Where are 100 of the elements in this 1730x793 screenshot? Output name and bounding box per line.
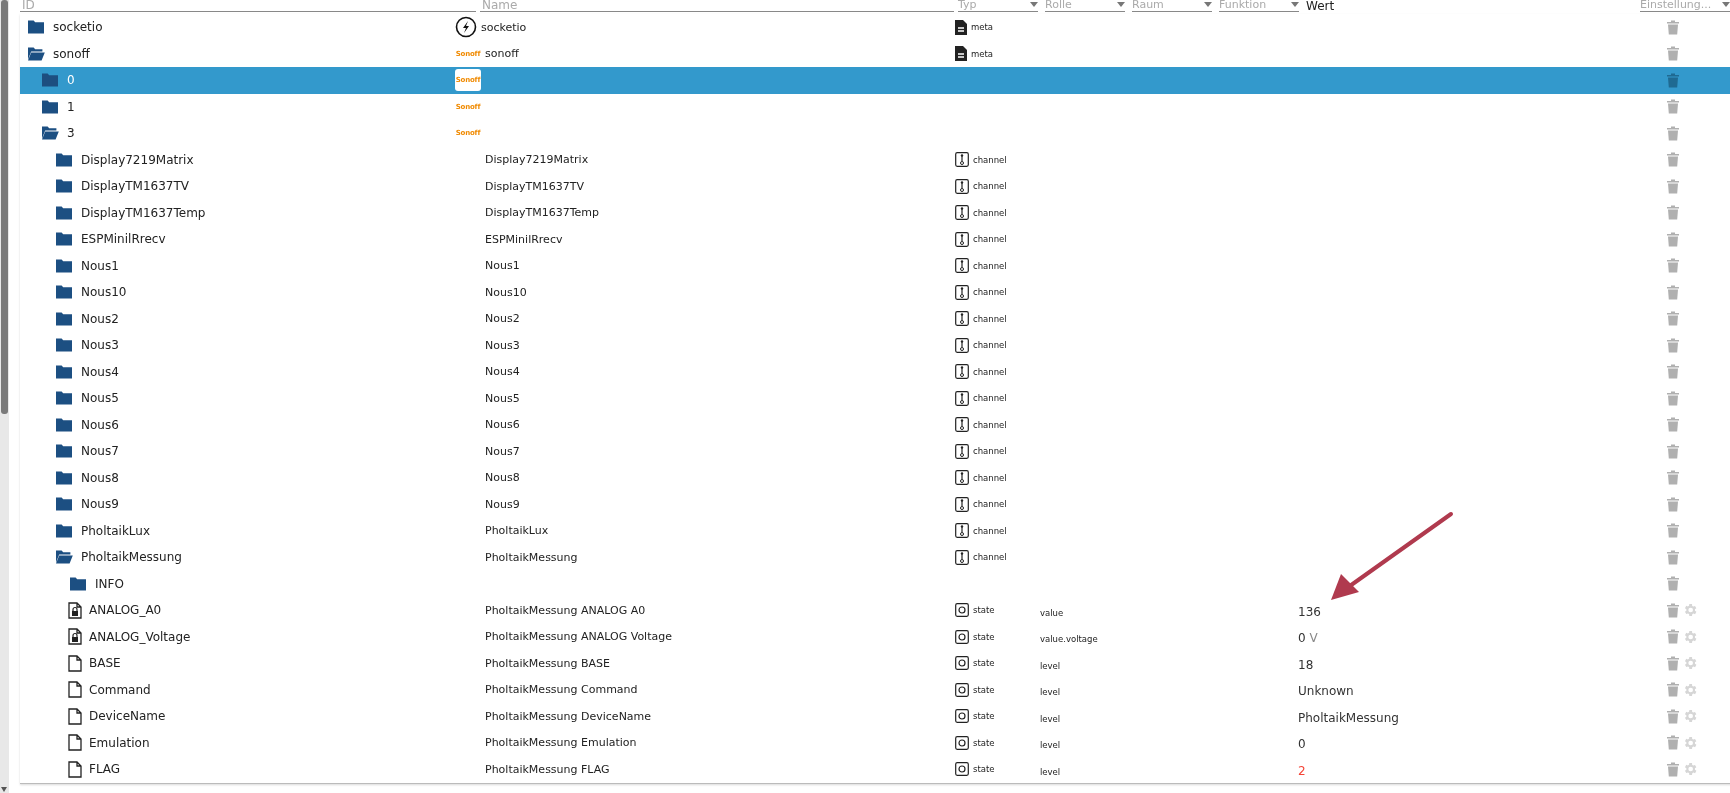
tree-row[interactable]: PholtaikMessung PholtaikMessung channel: [20, 544, 1730, 571]
delete-icon[interactable]: [1667, 496, 1679, 512]
object-type: state: [973, 764, 995, 775]
delete-icon[interactable]: [1667, 735, 1679, 751]
delete-icon[interactable]: [1667, 390, 1679, 406]
settings-icon[interactable]: [1682, 734, 1698, 751]
delete-icon[interactable]: [1667, 364, 1679, 380]
tree-row[interactable]: Nous10 Nous10 channel: [20, 279, 1730, 306]
delete-icon[interactable]: [1667, 99, 1679, 115]
folder-icon[interactable]: [54, 496, 74, 513]
object-name: PholtaikMessung FLAG: [485, 762, 610, 776]
delete-icon[interactable]: [1667, 72, 1679, 88]
tree-row[interactable]: ESPMinilRrecv ESPMinilRrecv channel: [20, 226, 1730, 253]
object-name: PholtaikMessung Emulation: [485, 736, 637, 750]
tree-row[interactable]: Nous4 Nous4 channel: [20, 358, 1730, 385]
name-filter-field[interactable]: Name: [480, 0, 954, 12]
folder-icon[interactable]: [54, 469, 74, 486]
delete-icon[interactable]: [1667, 523, 1679, 539]
delete-icon[interactable]: [1667, 443, 1679, 459]
folder-icon[interactable]: [54, 522, 74, 539]
tree-row[interactable]: ANALOG_A0 PholtaikMessung ANALOG A0 state value 136: [20, 597, 1730, 624]
folder-icon[interactable]: [54, 363, 74, 380]
folder-icon[interactable]: [40, 98, 60, 115]
delete-icon[interactable]: [1667, 549, 1679, 565]
delete-icon[interactable]: [1667, 761, 1679, 777]
object-name: Nous9: [485, 497, 520, 511]
tree-row[interactable]: ANALOG_Voltage PholtaikMessung ANALOG Voltage state value.voltage 0 V: [20, 623, 1730, 650]
delete-icon[interactable]: [1667, 258, 1679, 274]
open-folder-icon[interactable]: [54, 549, 74, 566]
object-name: Display7219Matrix: [485, 153, 589, 167]
tree-row[interactable]: Nous3 Nous3 channel: [20, 332, 1730, 359]
delete-icon[interactable]: [1667, 205, 1679, 221]
delete-icon[interactable]: [1667, 19, 1679, 35]
delete-icon[interactable]: [1667, 337, 1679, 353]
folder-icon[interactable]: [54, 416, 74, 433]
object-type: channel: [973, 181, 1007, 192]
folder-icon[interactable]: [54, 231, 74, 248]
settings-icon[interactable]: [1682, 708, 1698, 725]
folder-icon[interactable]: [26, 19, 46, 36]
delete-icon[interactable]: [1667, 470, 1679, 486]
tree-row[interactable]: Nous6 Nous6 channel: [20, 411, 1730, 438]
folder-icon[interactable]: [54, 337, 74, 354]
delete-icon[interactable]: [1667, 655, 1679, 671]
settings-icon[interactable]: [1682, 628, 1698, 645]
delete-icon[interactable]: [1667, 629, 1679, 645]
settings-icon[interactable]: [1682, 761, 1698, 778]
tree-row[interactable]: DisplayTM1637TV DisplayTM1637TV channel: [20, 173, 1730, 200]
scrollbar[interactable]: [0, 0, 9, 793]
delete-icon[interactable]: [1667, 152, 1679, 168]
tree-row[interactable]: Nous5 Nous5 channel: [20, 385, 1730, 412]
folder-icon[interactable]: [54, 151, 74, 168]
tree-row[interactable]: Command PholtaikMessung Command state level Unknown: [20, 676, 1730, 703]
open-folder-icon[interactable]: [40, 125, 60, 142]
folder-icon[interactable]: [68, 575, 88, 592]
settings-icon[interactable]: [1682, 655, 1698, 672]
state-icon: [955, 603, 969, 618]
folder-icon[interactable]: [54, 204, 74, 221]
tree-row[interactable]: DisplayTM1637Temp DisplayTM1637Temp channel: [20, 199, 1730, 226]
delete-icon[interactable]: [1667, 46, 1679, 62]
tree-row[interactable]: FLAG PholtaikMessung FLAG state level 2: [20, 756, 1730, 783]
delete-icon[interactable]: [1667, 284, 1679, 300]
tree-row[interactable]: PholtaikLux PholtaikLux channel: [20, 517, 1730, 544]
object-name: DisplayTM1637Temp: [485, 206, 600, 220]
delete-icon[interactable]: [1667, 417, 1679, 433]
tree-row[interactable]: Nous1 Nous1 channel: [20, 252, 1730, 279]
folder-icon[interactable]: [54, 310, 74, 327]
settings-icon[interactable]: [1682, 602, 1698, 619]
delete-icon[interactable]: [1667, 178, 1679, 194]
delete-icon[interactable]: [1667, 576, 1679, 592]
settings-icon[interactable]: [1682, 681, 1698, 698]
object-name: Nous4: [485, 365, 520, 379]
tree-row[interactable]: Nous2 Nous2 channel: [20, 305, 1730, 332]
folder-icon[interactable]: [54, 443, 74, 460]
tree-row[interactable]: socketio socketio meta: [20, 14, 1730, 41]
tree-row[interactable]: Nous9 Nous9 channel: [20, 491, 1730, 518]
folder-icon[interactable]: [54, 284, 74, 301]
tree-row[interactable]: Display7219Matrix Display7219Matrix channel: [20, 146, 1730, 173]
delete-icon[interactable]: [1667, 602, 1679, 618]
tree-row[interactable]: DeviceName PholtaikMessung DeviceName state level PholtaikMessung: [20, 703, 1730, 730]
channel-icon: [955, 337, 969, 353]
object-role: level: [1040, 687, 1061, 698]
delete-icon[interactable]: [1667, 231, 1679, 247]
folder-icon[interactable]: [54, 257, 74, 274]
tree-row[interactable]: INFO: [20, 570, 1730, 597]
object-value: 2: [1298, 763, 1306, 778]
delete-icon[interactable]: [1667, 708, 1679, 724]
delete-icon[interactable]: [1667, 311, 1679, 327]
object-id: 0: [67, 73, 75, 88]
tree-row[interactable]: Emulation PholtaikMessung Emulation state level 0: [20, 729, 1730, 756]
tree-row[interactable]: Nous7 Nous7 channel: [20, 438, 1730, 465]
object-name: Nous1: [485, 259, 520, 273]
id-filter-field[interactable]: ID: [20, 0, 476, 12]
open-folder-icon[interactable]: [26, 45, 46, 62]
folder-icon[interactable]: [54, 390, 74, 407]
delete-icon[interactable]: [1667, 125, 1679, 141]
folder-icon[interactable]: [54, 178, 74, 195]
delete-icon[interactable]: [1667, 682, 1679, 698]
tree-row[interactable]: Nous8 Nous8 channel: [20, 464, 1730, 491]
tree-row[interactable]: BASE PholtaikMessung BASE state level 18: [20, 650, 1730, 677]
object-id: INFO: [95, 576, 124, 591]
